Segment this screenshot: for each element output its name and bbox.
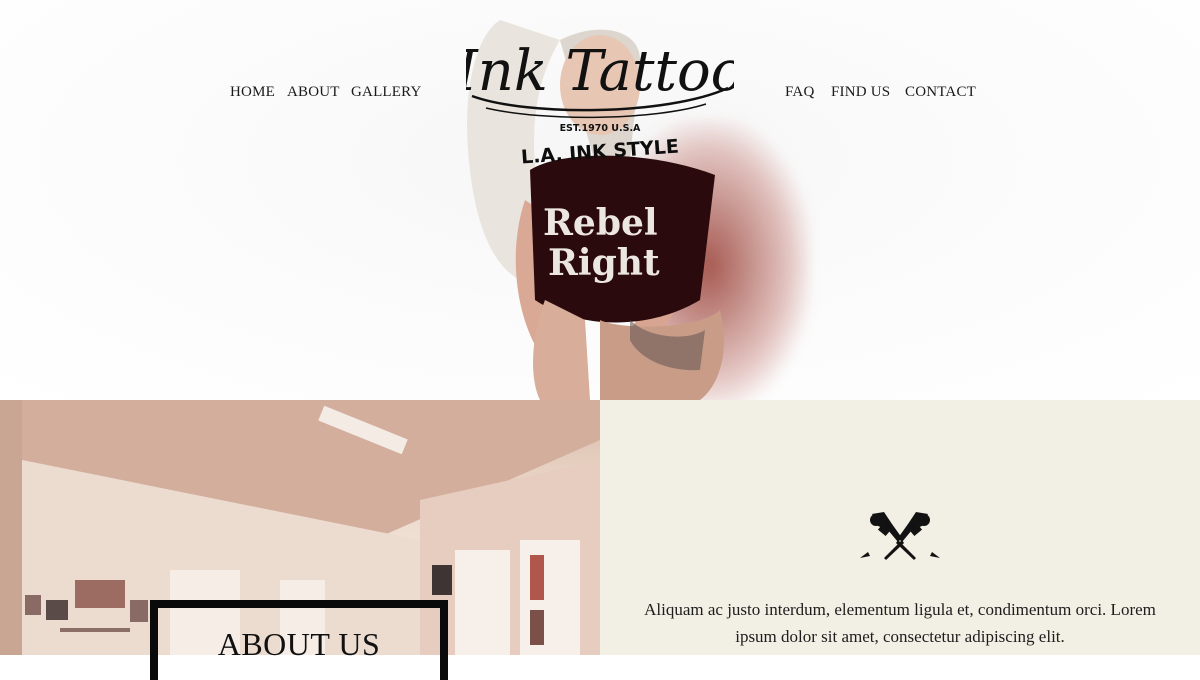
nav-item-faq[interactable]: FAQ (785, 84, 815, 101)
svg-text:Right: Right (548, 242, 660, 284)
about-description: Aliquam ac justo interdum, elementum lig… (644, 600, 1156, 646)
nav-item-find-us[interactable]: FIND US (831, 84, 890, 101)
nav-item-gallery[interactable]: GALLERY (351, 84, 422, 101)
logo-tagline: L.A. INK STYLE (520, 136, 679, 168)
nav-item-home[interactable]: HOME (230, 84, 275, 101)
tattoo-machines-icon (858, 508, 942, 564)
svg-text:Rebel: Rebel (543, 202, 658, 244)
site-logo[interactable]: Ink Tattoo EST.1970 U.S.A L.A. INK STYLE (466, 18, 734, 168)
logo-established: EST.1970 U.S.A (560, 123, 641, 134)
logo-script-text: Ink Tattoo (466, 39, 734, 104)
about-us-heading: ABOUT US (217, 626, 381, 662)
nav-item-about[interactable]: ABOUT (287, 84, 340, 101)
nav-item-contact[interactable]: CONTACT (905, 84, 976, 101)
hero-banner: Rebel Right HOME ABOUT GALLERY FAQ FIND … (0, 0, 1200, 400)
